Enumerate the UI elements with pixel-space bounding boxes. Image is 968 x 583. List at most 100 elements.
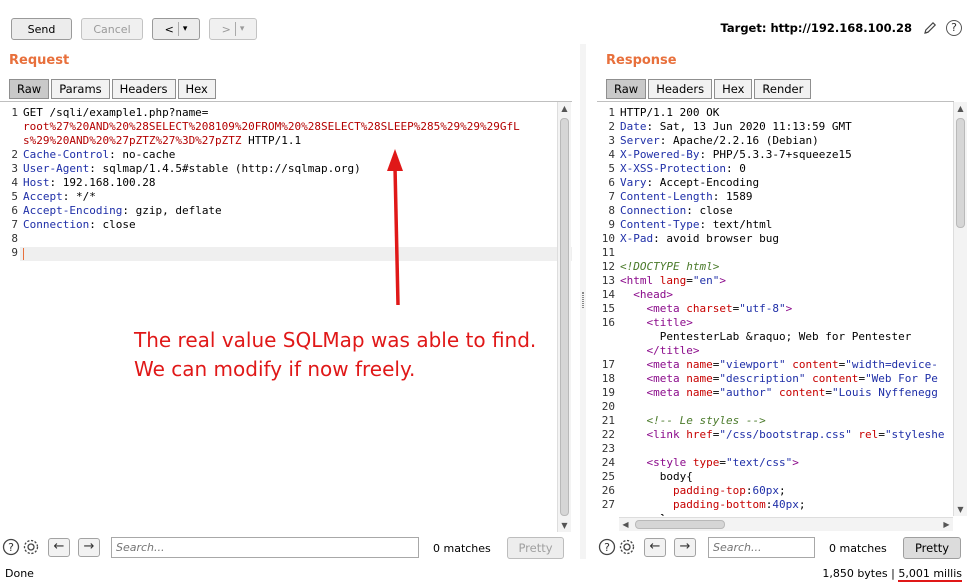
- token: =: [686, 274, 693, 287]
- token: : 1589: [712, 190, 753, 203]
- settings-gear-icon[interactable]: [22, 538, 40, 556]
- request-editor[interactable]: 1 GET /sqli/example1.php?name= root%27%20A…: [0, 101, 572, 532]
- edit-target-icon[interactable]: [922, 20, 938, 36]
- token: >: [792, 456, 799, 469]
- token: Host: [23, 176, 50, 189]
- response-pretty-button[interactable]: Pretty: [903, 537, 961, 559]
- search-next-button[interactable]: →: [674, 538, 696, 557]
- response-hscroll-thumb[interactable]: [635, 520, 725, 529]
- line-number: 5: [608, 162, 615, 175]
- line-number: 19: [601, 386, 615, 399]
- token: GET /sqli/example1.php?name=: [23, 106, 209, 119]
- line-number: 17: [601, 358, 615, 371]
- response-editor[interactable]: 1 HTTP/1.1 200 OK 2 Date: Sat, 13 Jun 2020 …: [597, 101, 954, 516]
- scroll-up-icon[interactable]: ▲: [954, 104, 967, 113]
- forward-button[interactable]: > ▾: [209, 18, 257, 40]
- token: Connection: [620, 204, 687, 217]
- token: : sqlmap/1.4.5#stable (http://sqlmap.org…: [89, 162, 361, 175]
- line-number: 15: [601, 302, 615, 315]
- token: : avoid browser bug: [653, 232, 779, 245]
- scroll-down-icon[interactable]: ▼: [558, 521, 571, 530]
- send-button[interactable]: Send: [11, 18, 72, 40]
- line-content: Cache-Control: no-cache: [23, 148, 175, 162]
- line-content: <head>: [620, 288, 673, 302]
- token: X-Powered-By: [620, 148, 700, 161]
- line-number: 2: [608, 120, 615, 133]
- response-tab-hex[interactable]: Hex: [714, 79, 753, 99]
- line-number: 11: [601, 246, 615, 259]
- response-scroll-thumb[interactable]: [956, 118, 965, 228]
- request-search-input[interactable]: [111, 537, 419, 558]
- line-number: 8: [11, 232, 18, 245]
- line-content: GET /sqli/example1.php?name=: [23, 106, 208, 120]
- search-previous-button[interactable]: ←: [48, 538, 70, 557]
- token: : PHP/5.3.3-7+squeeze15: [699, 148, 852, 161]
- response-horizontal-scrollbar[interactable]: ◀ ▶: [619, 517, 953, 531]
- response-search-input[interactable]: [708, 537, 815, 558]
- annotation-line-1: The real value SQLMap was able to find.: [134, 328, 537, 352]
- line-number: 13: [601, 274, 615, 287]
- response-tab-raw[interactable]: Raw: [606, 79, 647, 99]
- search-previous-button[interactable]: ←: [644, 538, 666, 557]
- token: body{: [620, 470, 693, 483]
- line-number: 12: [601, 260, 615, 273]
- response-vertical-scrollbar[interactable]: ▲ ▼: [953, 102, 967, 516]
- divider-grip-icon[interactable]: [582, 292, 584, 308]
- line-number: 2: [11, 148, 18, 161]
- token: <meta: [620, 302, 687, 315]
- token: Content-Type: [620, 218, 700, 231]
- request-scroll-thumb[interactable]: [560, 118, 569, 516]
- token: PentesterLab &raquo; Web for Pentester: [620, 330, 912, 343]
- token: <!DOCTYPE html>: [620, 260, 720, 273]
- line-content: HTTP/1.1 200 OK: [620, 106, 719, 120]
- request-vertical-scrollbar[interactable]: ▲ ▼: [557, 102, 571, 532]
- request-tab-raw[interactable]: Raw: [9, 79, 50, 99]
- line-number: 23: [601, 442, 615, 455]
- token: : gzip, deflate: [122, 204, 222, 217]
- response-stats: 1,850 bytes | 5,001 millis: [822, 567, 962, 582]
- response-tab-headers[interactable]: Headers: [648, 79, 713, 99]
- line-content: </title>: [620, 344, 699, 358]
- send-label: Send: [27, 22, 56, 36]
- scroll-down-icon[interactable]: ▼: [954, 505, 967, 514]
- forward-chevron-icon: >: [221, 22, 231, 36]
- scroll-up-icon[interactable]: ▲: [558, 104, 571, 113]
- line-content: padding-top:60px;: [620, 484, 786, 498]
- token: : close: [686, 204, 733, 217]
- request-tab-headers[interactable]: Headers: [111, 79, 176, 99]
- token: <style: [620, 456, 693, 469]
- request-tab-params[interactable]: Params: [51, 79, 110, 99]
- token: "en": [692, 274, 720, 287]
- token: : close: [89, 218, 136, 231]
- scroll-right-icon[interactable]: ▶: [940, 520, 953, 529]
- line-content: Content-Length: 1589: [620, 190, 752, 204]
- token: "viewport": [719, 358, 786, 371]
- token: Cache-Control: [23, 148, 110, 161]
- search-next-button[interactable]: →: [78, 538, 100, 557]
- line-content: Host: 192.168.100.28: [23, 176, 155, 190]
- back-button[interactable]: < ▾: [152, 18, 200, 40]
- line-content: Vary: Accept-Encoding: [620, 176, 759, 190]
- request-pretty-button[interactable]: Pretty: [507, 537, 564, 559]
- line-number: 16: [601, 316, 615, 329]
- line-number: 3: [608, 134, 615, 147]
- line-content: <!-- Le styles -->: [620, 414, 765, 428]
- line-content: Accept: */*: [23, 190, 96, 204]
- cancel-button[interactable]: Cancel: [81, 18, 143, 40]
- scroll-left-icon[interactable]: ◀: [619, 520, 632, 529]
- line-content: body{: [620, 470, 693, 484]
- token: "utf-8": [739, 302, 786, 315]
- svg-text:?: ?: [8, 541, 14, 554]
- line-content: root%27%20AND%20%28SELECT%208109%20FROM%…: [23, 120, 520, 134]
- settings-gear-icon[interactable]: [618, 538, 636, 556]
- status-bar: Done 1,850 bytes | 5,001 millis: [0, 563, 968, 583]
- token: Accept-Encoding: [23, 204, 123, 217]
- request-matches-count: 0 matches: [433, 542, 491, 555]
- help-icon[interactable]: ?: [946, 20, 962, 36]
- token: root%27%20AND%20%28SELECT%208109%20FROM%…: [23, 120, 520, 133]
- response-tab-render[interactable]: Render: [754, 79, 812, 99]
- help-circle-icon[interactable]: ?: [2, 538, 20, 556]
- line-number: 10: [601, 232, 615, 245]
- help-circle-icon[interactable]: ?: [598, 538, 616, 556]
- request-tab-hex[interactable]: Hex: [177, 79, 216, 99]
